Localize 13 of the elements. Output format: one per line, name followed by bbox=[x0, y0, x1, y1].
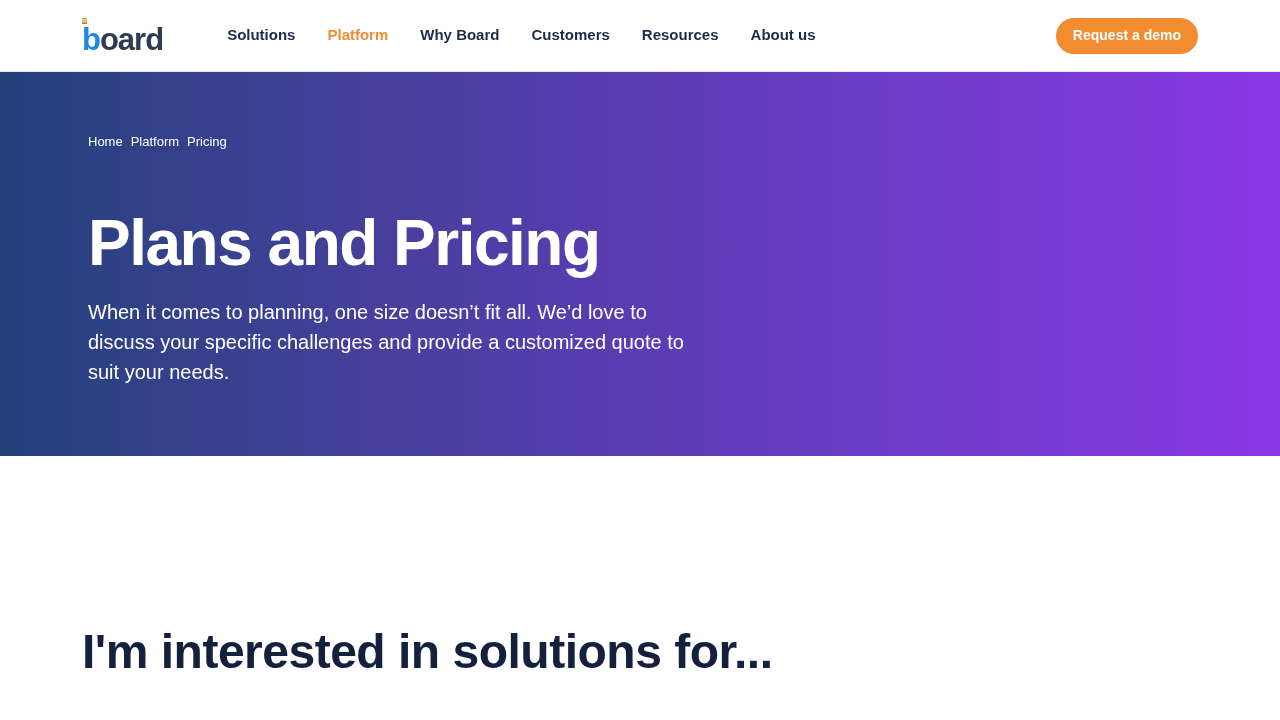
section-heading: I'm interested in solutions for... bbox=[82, 624, 773, 680]
breadcrumb-link[interactable]: Pricing bbox=[187, 134, 227, 150]
nav-link[interactable]: Why Board bbox=[420, 24, 500, 47]
hero-description: When it comes to planning, one size doesn’t fit all. We’d love to discuss your specific challenges and provide a customized quote to suit your needs. bbox=[88, 300, 685, 385]
breadcrumb-link[interactable]: Platform bbox=[130, 134, 180, 150]
nav-link[interactable]: About us bbox=[750, 24, 816, 47]
nav-link[interactable]: Resources bbox=[641, 24, 719, 47]
nav-link[interactable]: Customers bbox=[531, 24, 610, 47]
nav-link[interactable]: Solutions bbox=[227, 24, 296, 47]
breadcrumb-link[interactable]: Home bbox=[88, 134, 123, 150]
color-bars-icon bbox=[82, 18, 87, 24]
logo[interactable]: board bbox=[82, 25, 164, 55]
hero-title: Plans and Pricing bbox=[88, 206, 600, 281]
